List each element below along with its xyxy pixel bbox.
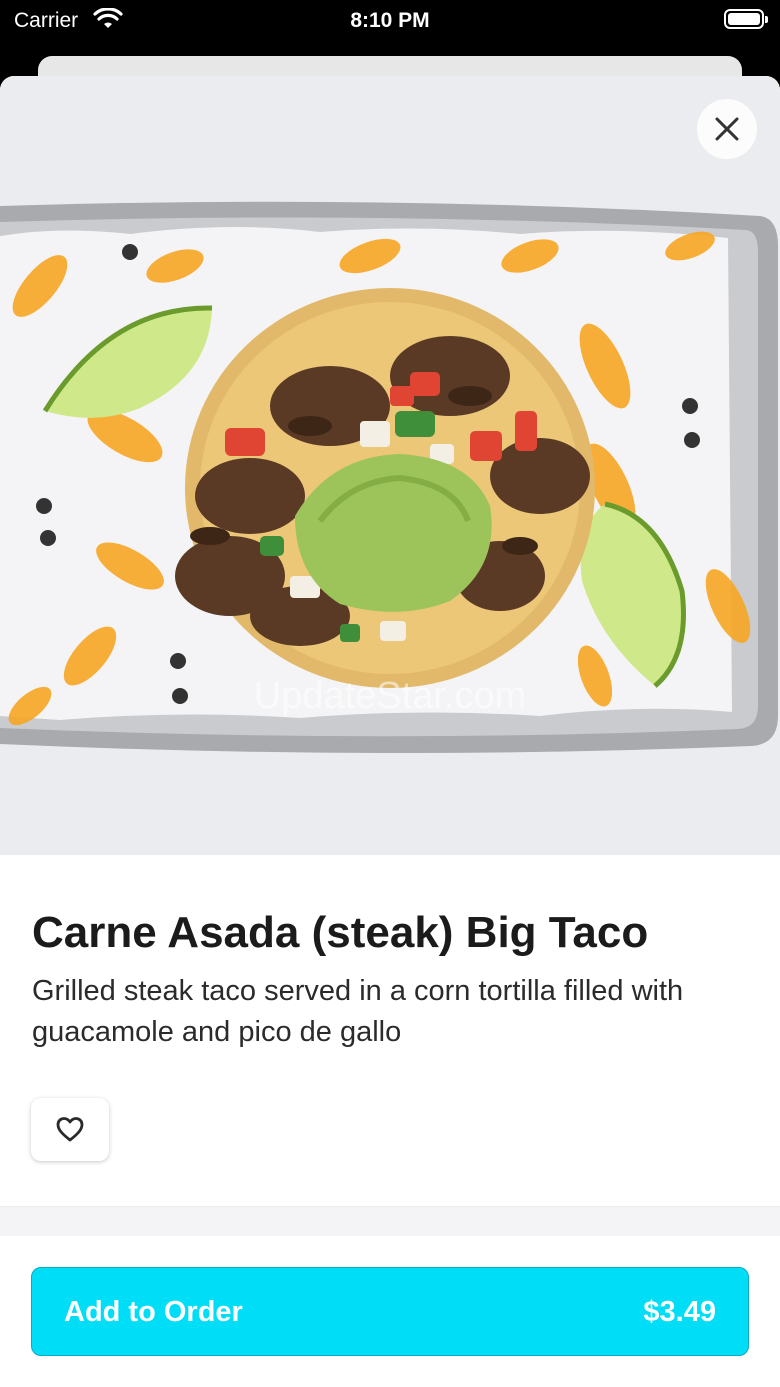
watermark-text: UpdateStar.com — [254, 675, 526, 717]
add-to-order-button[interactable]: Add to Order $3.49 — [31, 1267, 749, 1356]
item-photo: UpdateStar.com — [0, 76, 780, 855]
item-detail-sheet: UpdateStar.com Carne Asada (steak) Big T… — [0, 76, 780, 1387]
close-button[interactable] — [697, 99, 757, 159]
status-bar: Carrier 8:10 PM — [0, 0, 780, 42]
section-divider — [0, 1206, 780, 1236]
status-time: 8:10 PM — [350, 9, 430, 32]
item-title: Carne Asada (steak) Big Taco — [32, 908, 649, 957]
item-description: Grilled steak taco served in a corn tort… — [32, 975, 684, 1048]
battery-icon — [724, 9, 768, 29]
heart-icon — [56, 1117, 84, 1142]
item-price: $3.49 — [643, 1296, 716, 1328]
close-icon — [715, 117, 739, 141]
add-to-order-label: Add to Order — [64, 1296, 243, 1328]
favorite-button[interactable] — [31, 1098, 109, 1161]
